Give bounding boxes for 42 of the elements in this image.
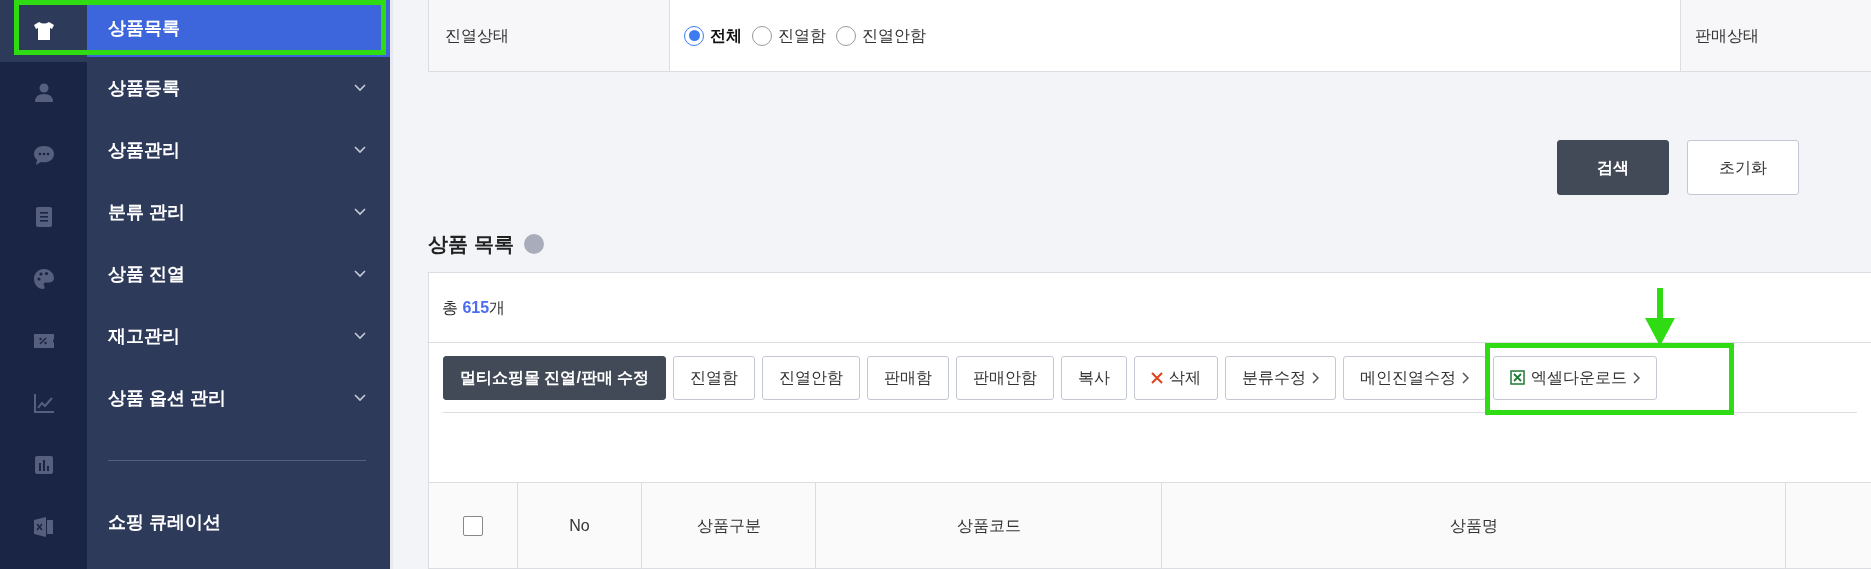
chevron-right-icon [1633, 371, 1641, 384]
chevron-right-icon [1312, 371, 1320, 384]
sidebar-item[interactable]: 쇼핑 큐레이션 [87, 491, 390, 553]
delete-button[interactable]: 삭제 [1134, 355, 1219, 400]
excel-download-button[interactable]: 엑셀다운로드 [1493, 355, 1658, 400]
column-header: No [569, 515, 590, 536]
line-chart-icon[interactable] [31, 391, 56, 415]
radio-option[interactable]: 전체 [684, 23, 742, 48]
reset-button[interactable]: 초기화 [1687, 140, 1799, 195]
action-button[interactable]: 분류수정 [1225, 355, 1337, 400]
help-icon[interactable] [523, 234, 544, 254]
column-header: 상품구분 [696, 515, 761, 536]
spreadsheet-icon[interactable] [31, 515, 56, 539]
sidebar-item[interactable]: 상품등록 [87, 57, 390, 119]
sidebar-item[interactable]: 상품관리 [87, 119, 390, 181]
column-header: 상품명 [1449, 515, 1498, 536]
action-button[interactable]: 판매안함 [956, 355, 1055, 400]
shirt-icon[interactable] [31, 19, 56, 43]
action-button[interactable]: 진열함 [673, 355, 756, 400]
sidebar-item[interactable]: 분류 관리 [87, 181, 390, 243]
sidebar-item[interactable]: 상품 진열 [87, 243, 390, 305]
field-label: 판매상태 [1695, 25, 1759, 46]
section-title: 상품 목록 [428, 232, 514, 257]
total-count: 총 615개 [442, 297, 506, 318]
field-label: 진열상태 [445, 25, 509, 46]
action-button[interactable]: 진열안함 [762, 355, 861, 400]
search-button[interactable]: 검색 [1557, 140, 1669, 195]
palette-icon[interactable] [31, 267, 56, 291]
spreadsheet-icon [1510, 370, 1526, 385]
radio-option[interactable]: 진열함 [752, 23, 826, 48]
chat-bubble-icon[interactable] [31, 143, 56, 167]
action-button[interactable]: 판매함 [867, 355, 950, 400]
column-header: 상품코드 [956, 515, 1021, 536]
checkbox[interactable] [463, 515, 483, 536]
action-button[interactable]: 멀티쇼핑몰 진열/판매 수정 [443, 355, 667, 400]
chevron-right-icon [1462, 371, 1470, 384]
sidebar-item[interactable]: 재고관리 [87, 305, 390, 367]
close-icon [1151, 371, 1164, 384]
action-button[interactable]: 복사 [1061, 355, 1128, 400]
action-button[interactable]: 메인진열수정 [1343, 355, 1487, 400]
radio-option[interactable]: 진열안함 [836, 23, 926, 48]
sidebar-item[interactable]: 상품 옵션 관리 [87, 367, 390, 429]
